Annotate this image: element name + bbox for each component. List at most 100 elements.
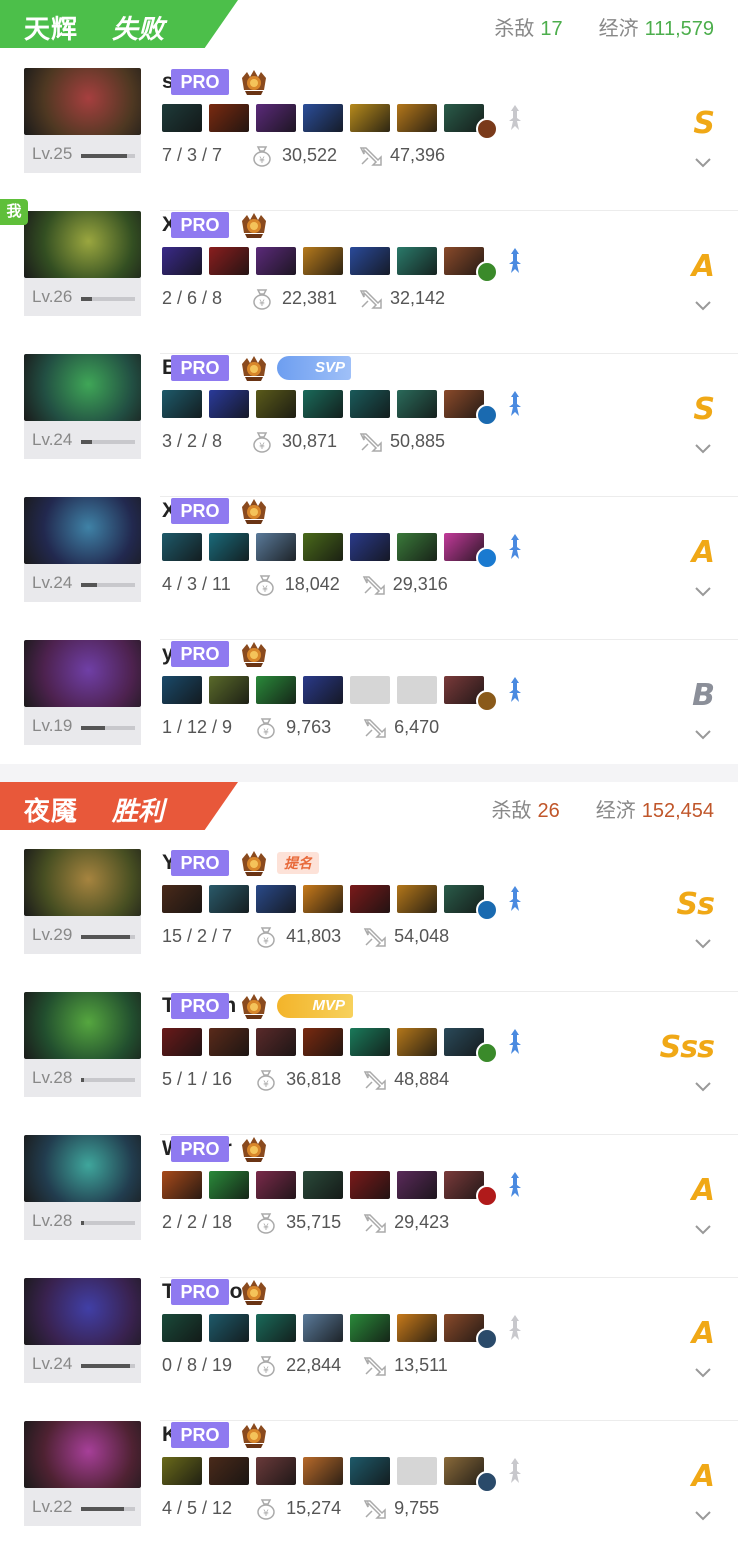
item-icon[interactable] — [256, 390, 296, 418]
item-icon[interactable] — [162, 1457, 202, 1485]
empty-item-slot[interactable] — [397, 676, 437, 704]
expand-chevron-icon[interactable] — [694, 1223, 712, 1237]
item-icon[interactable] — [209, 676, 249, 704]
item-icon[interactable] — [162, 104, 202, 132]
player-row[interactable]: Lv.28TopsonPROMVP5 / 1 / 16¥36,81848,884… — [0, 992, 738, 1135]
item-icon[interactable] — [350, 1314, 390, 1342]
neutral-item-icon[interactable] — [476, 690, 498, 712]
neutral-item-icon[interactable] — [476, 899, 498, 921]
item-icon[interactable] — [397, 1028, 437, 1056]
item-icon[interactable] — [256, 533, 296, 561]
expand-chevron-icon[interactable] — [694, 728, 712, 742]
item-icon[interactable] — [209, 390, 249, 418]
item-icon[interactable] — [256, 247, 296, 275]
item-icon[interactable] — [397, 390, 437, 418]
item-icon[interactable] — [350, 390, 390, 418]
item-icon[interactable] — [303, 1171, 343, 1199]
item-icon[interactable] — [209, 1028, 249, 1056]
item-icon[interactable] — [162, 533, 202, 561]
item-icon[interactable] — [162, 1171, 202, 1199]
item-icon[interactable] — [303, 533, 343, 561]
expand-chevron-icon[interactable] — [694, 1366, 712, 1380]
item-icon[interactable] — [256, 104, 296, 132]
item-icon[interactable] — [209, 1314, 249, 1342]
item-icon[interactable] — [162, 390, 202, 418]
player-row[interactable]: Lv.28WisperPRO2 / 2 / 18¥35,71529,423A — [0, 1135, 738, 1278]
item-icon[interactable] — [303, 1457, 343, 1485]
item-icon[interactable] — [350, 885, 390, 913]
player-row[interactable]: Lv.22KJPRO4 / 5 / 12¥15,2749,755A — [0, 1421, 738, 1564]
neutral-item-icon[interactable] — [476, 547, 498, 569]
item-icon[interactable] — [397, 104, 437, 132]
item-icon[interactable] — [162, 885, 202, 913]
neutral-item-icon[interactable] — [476, 1328, 498, 1350]
item-icon[interactable] — [303, 676, 343, 704]
item-icon[interactable] — [162, 676, 202, 704]
item-icon[interactable] — [303, 390, 343, 418]
item-icon[interactable] — [209, 104, 249, 132]
item-icon[interactable] — [397, 533, 437, 561]
item-icon[interactable] — [256, 1171, 296, 1199]
neutral-item-icon[interactable] — [476, 261, 498, 283]
empty-item-slot[interactable] — [350, 676, 390, 704]
hero-portrait[interactable] — [24, 211, 141, 278]
player-row[interactable]: Lv.24ThiolicorPRO0 / 8 / 19¥22,84413,511… — [0, 1278, 738, 1421]
item-icon[interactable] — [397, 1314, 437, 1342]
neutral-item-icon[interactable] — [476, 1185, 498, 1207]
item-icon[interactable] — [303, 104, 343, 132]
item-icon[interactable] — [350, 247, 390, 275]
neutral-item-icon[interactable] — [476, 404, 498, 426]
player-row[interactable]: Lv.19y`PRO1 / 12 / 9¥9,7636,470B — [0, 640, 738, 783]
empty-item-slot[interactable] — [397, 1457, 437, 1485]
hero-portrait[interactable] — [24, 497, 141, 564]
hero-portrait[interactable] — [24, 1135, 141, 1202]
item-icon[interactable] — [350, 104, 390, 132]
player-row[interactable]: Lv.29YumaPRO提名15 / 2 / 7¥41,80354,048Ss — [0, 849, 738, 992]
expand-chevron-icon[interactable] — [694, 1509, 712, 1523]
item-icon[interactable] — [303, 247, 343, 275]
expand-chevron-icon[interactable] — [694, 937, 712, 951]
item-icon[interactable] — [162, 1028, 202, 1056]
expand-chevron-icon[interactable] — [694, 585, 712, 599]
item-icon[interactable] — [256, 676, 296, 704]
item-icon[interactable] — [256, 1457, 296, 1485]
item-icon[interactable] — [256, 1314, 296, 1342]
item-icon[interactable] — [350, 1457, 390, 1485]
neutral-item-icon[interactable] — [476, 118, 498, 140]
player-row[interactable]: Lv.24XinQPRO4 / 3 / 11¥18,04229,316A — [0, 497, 738, 640]
item-icon[interactable] — [162, 247, 202, 275]
item-icon[interactable] — [256, 1028, 296, 1056]
item-icon[interactable] — [397, 247, 437, 275]
item-icon[interactable] — [303, 1028, 343, 1056]
expand-chevron-icon[interactable] — [694, 1080, 712, 1094]
hero-portrait[interactable] — [24, 1278, 141, 1345]
player-row[interactable]: Lv.24BachPROSVP3 / 2 / 8¥30,87150,885S — [0, 354, 738, 497]
item-icon[interactable] — [209, 885, 249, 913]
item-icon[interactable] — [209, 533, 249, 561]
item-icon[interactable] — [303, 1314, 343, 1342]
item-icon[interactable] — [209, 1171, 249, 1199]
player-row[interactable]: Lv.25shiroPRO7 / 3 / 7¥30,52247,396S — [0, 68, 738, 211]
expand-chevron-icon[interactable] — [694, 442, 712, 456]
item-icon[interactable] — [256, 885, 296, 913]
neutral-item-icon[interactable] — [476, 1042, 498, 1064]
hero-portrait[interactable] — [24, 640, 141, 707]
hero-portrait[interactable] — [24, 354, 141, 421]
player-row[interactable]: Lv.26我XmPRO2 / 6 / 8¥22,38132,142A — [0, 199, 738, 354]
neutral-item-icon[interactable] — [476, 1471, 498, 1493]
item-icon[interactable] — [209, 247, 249, 275]
item-icon[interactable] — [350, 533, 390, 561]
hero-portrait[interactable] — [24, 1421, 141, 1488]
item-icon[interactable] — [162, 1314, 202, 1342]
expand-chevron-icon[interactable] — [694, 156, 712, 170]
hero-portrait[interactable] — [24, 68, 141, 135]
expand-chevron-icon[interactable] — [694, 299, 712, 313]
hero-portrait[interactable] — [24, 849, 141, 916]
item-icon[interactable] — [350, 1171, 390, 1199]
item-icon[interactable] — [303, 885, 343, 913]
hero-portrait[interactable] — [24, 992, 141, 1059]
item-icon[interactable] — [350, 1028, 390, 1056]
item-icon[interactable] — [397, 885, 437, 913]
item-icon[interactable] — [209, 1457, 249, 1485]
item-icon[interactable] — [397, 1171, 437, 1199]
